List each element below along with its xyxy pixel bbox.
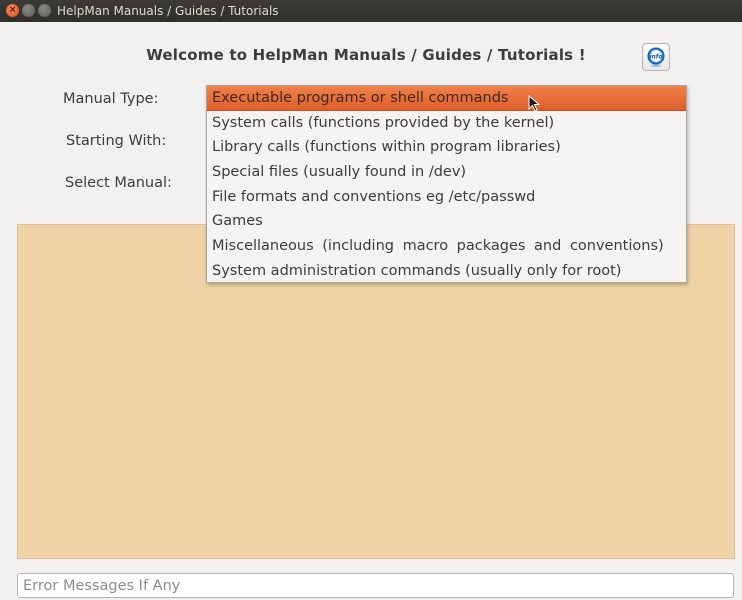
info-button[interactable]: info xyxy=(642,43,670,71)
dropdown-option-file-formats[interactable]: File formats and conventions eg /etc/pas… xyxy=(207,185,686,209)
info-icon: info xyxy=(647,47,665,67)
starting-with-label: Starting With: xyxy=(66,133,167,149)
svg-text:info: info xyxy=(649,54,662,61)
dropdown-option-miscellaneous[interactable]: Miscellaneous (including macro packages … xyxy=(207,234,686,258)
maximize-window-button[interactable] xyxy=(38,4,51,17)
dropdown-option-special-files[interactable]: Special files (usually found in /dev) xyxy=(207,160,686,184)
error-messages-field[interactable] xyxy=(17,573,734,598)
dropdown-option-library-calls[interactable]: Library calls (functions within program … xyxy=(207,135,686,159)
select-manual-label: Select Manual: xyxy=(65,175,172,191)
dropdown-option-executable[interactable]: Executable programs or shell commands xyxy=(207,86,686,111)
app-window: × HelpMan Manuals / Guides / Tutorials W… xyxy=(0,0,742,600)
manual-type-dropdown-list[interactable]: Executable programs or shell commands Sy… xyxy=(206,85,687,283)
close-window-button[interactable]: × xyxy=(6,4,19,17)
dropdown-option-system-admin[interactable]: System administration commands (usually … xyxy=(207,259,686,283)
dropdown-option-games[interactable]: Games xyxy=(207,209,686,233)
window-title: HelpMan Manuals / Guides / Tutorials xyxy=(57,4,279,18)
mouse-pointer-icon xyxy=(528,95,541,112)
minimize-window-button[interactable] xyxy=(22,4,35,17)
dropdown-option-system-calls[interactable]: System calls (functions provided by the … xyxy=(207,111,686,135)
manual-type-label: Manual Type: xyxy=(63,91,159,107)
welcome-heading: Welcome to HelpMan Manuals / Guides / Tu… xyxy=(146,46,586,64)
title-bar[interactable]: × HelpMan Manuals / Guides / Tutorials xyxy=(0,0,742,22)
